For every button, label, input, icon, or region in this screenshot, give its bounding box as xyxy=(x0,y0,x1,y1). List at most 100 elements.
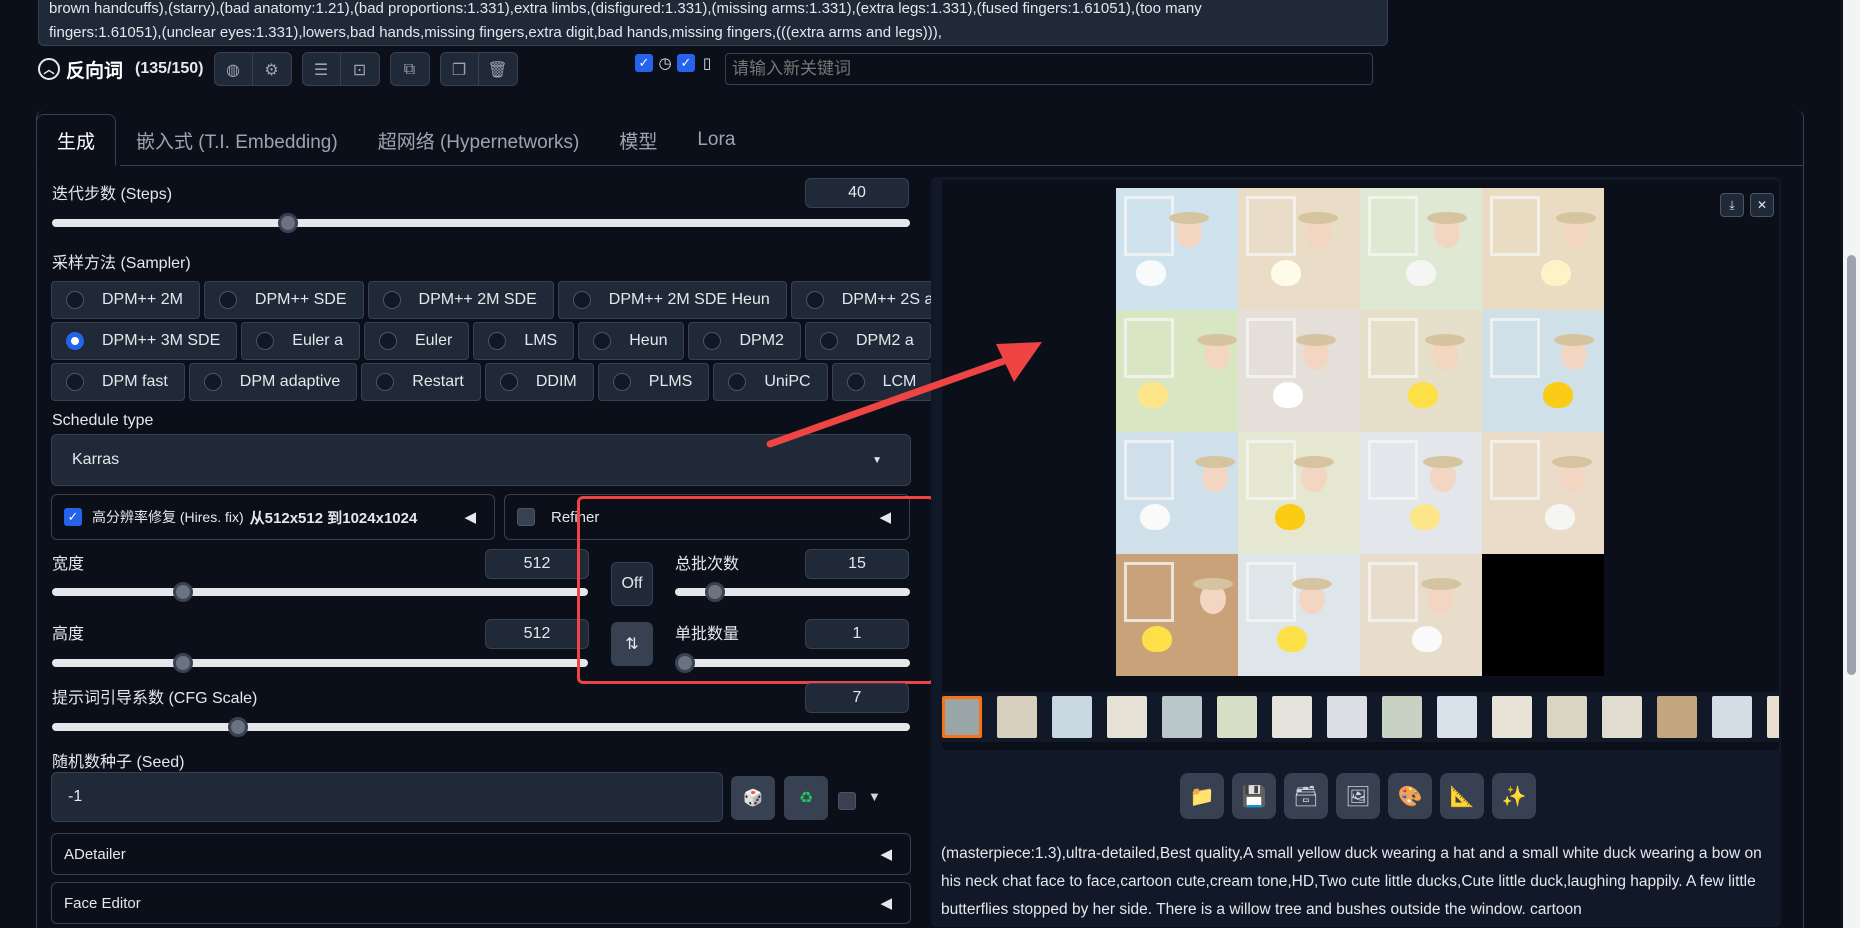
sampler-option[interactable]: DPM++ 2M SDE Heun xyxy=(557,281,787,319)
generated-image[interactable] xyxy=(1238,432,1360,554)
hires-fix-checkbox[interactable]: ✓ xyxy=(64,508,82,526)
generated-image[interactable] xyxy=(1238,554,1360,676)
radio-dot[interactable] xyxy=(805,291,824,309)
translate-icon[interactable]: ⧉ xyxy=(391,53,429,85)
gallery-thumbnail[interactable] xyxy=(1107,696,1147,738)
sampler-option[interactable]: DPM fast xyxy=(51,363,185,401)
save-icon[interactable]: 💾 xyxy=(1232,773,1276,819)
download-icon[interactable]: ⤓ xyxy=(1720,193,1744,217)
cfg-slider-thumb[interactable] xyxy=(227,717,248,737)
steps-slider[interactable] xyxy=(52,213,910,233)
sampler-option[interactable]: PLMS xyxy=(597,363,710,401)
gallery-thumbnail[interactable] xyxy=(1052,696,1092,738)
radio-dot[interactable] xyxy=(218,291,237,309)
radio-dot[interactable] xyxy=(66,332,84,350)
bookmark-icon[interactable]: ⊡ xyxy=(341,53,379,85)
prompt-textarea[interactable]: brown handcuffs),(starry),(bad anatomy:1… xyxy=(38,0,1388,46)
negative-prompt-toggle[interactable]: ︿ 反向词 (135/150) xyxy=(38,56,204,83)
close-icon[interactable]: ✕ xyxy=(1750,193,1774,217)
tab-generate[interactable]: 生成 xyxy=(36,114,117,166)
panel-icon[interactable]: ▯ xyxy=(697,53,717,73)
radio-dot[interactable] xyxy=(382,291,401,309)
copy-icon[interactable]: ❐ xyxy=(441,53,479,85)
gallery-thumbnail[interactable] xyxy=(942,696,982,738)
generated-image[interactable] xyxy=(1360,188,1482,310)
sampler-option[interactable]: DDIM xyxy=(484,363,594,401)
new-keyword-input[interactable] xyxy=(725,53,1373,85)
gallery-thumbnail[interactable] xyxy=(1162,696,1202,738)
adetailer-accordion[interactable]: ADetailer ◀ xyxy=(51,833,911,875)
sampler-option[interactable]: DPM++ SDE xyxy=(203,281,364,319)
face-editor-accordion[interactable]: Face Editor ◀ xyxy=(51,882,911,924)
sampler-option[interactable]: LMS xyxy=(473,322,575,360)
zip-icon[interactable]: 🗃 xyxy=(1284,773,1328,819)
tab-embedding[interactable]: 嵌入式 (T.I. Embedding) xyxy=(116,114,358,166)
sampler-option[interactable]: DPM++ 2M SDE xyxy=(367,281,554,319)
gallery-thumbnail[interactable] xyxy=(997,696,1037,738)
generated-image[interactable] xyxy=(1238,310,1360,432)
seed-input[interactable]: -1 xyxy=(51,772,723,822)
generated-image[interactable] xyxy=(1116,554,1238,676)
generated-image[interactable] xyxy=(1116,310,1238,432)
sampler-option[interactable]: DPM++ 3M SDE xyxy=(51,322,238,360)
gallery-thumbnail[interactable] xyxy=(1547,696,1587,738)
sampler-option[interactable]: Euler a xyxy=(241,322,360,360)
sampler-option[interactable]: Euler xyxy=(363,322,470,360)
caret-down-icon[interactable]: ▼ xyxy=(868,789,881,804)
generated-image[interactable] xyxy=(1482,310,1604,432)
keyword-enable-checkbox[interactable]: ✓ xyxy=(635,54,653,72)
height-number[interactable]: 512 xyxy=(485,619,589,649)
trash-icon[interactable]: 🗑 xyxy=(479,53,517,85)
recycle-icon[interactable]: ♻ xyxy=(784,776,828,820)
gallery-thumbnail[interactable] xyxy=(1272,696,1312,738)
gallery-thumbnail[interactable] xyxy=(1492,696,1532,738)
tab-lora[interactable]: Lora xyxy=(677,114,755,166)
radio-dot[interactable] xyxy=(728,373,747,391)
gallery-thumbnail[interactable] xyxy=(1657,696,1697,738)
radio-dot[interactable] xyxy=(612,373,631,391)
radio-dot[interactable] xyxy=(703,332,722,350)
generated-image[interactable] xyxy=(1360,310,1482,432)
gallery-thumbnail[interactable] xyxy=(1437,696,1477,738)
radio-dot[interactable] xyxy=(66,373,84,391)
send-to-img2img-icon[interactable]: 🖼 xyxy=(1336,773,1380,819)
history-list-icon[interactable]: ☰ xyxy=(303,53,341,85)
radio-dot[interactable] xyxy=(572,291,591,309)
gallery-thumbnail[interactable] xyxy=(1327,696,1367,738)
seed-extra-checkbox[interactable] xyxy=(838,792,856,810)
gallery-thumbnail[interactable] xyxy=(1712,696,1752,738)
generated-image[interactable] xyxy=(1116,188,1238,310)
thumbnail-strip[interactable] xyxy=(942,692,1779,742)
gallery-thumbnail[interactable] xyxy=(1767,696,1779,738)
radio-dot[interactable] xyxy=(256,332,275,350)
height-slider[interactable] xyxy=(52,653,588,673)
radio-dot[interactable] xyxy=(488,332,507,350)
radio-dot[interactable] xyxy=(66,291,84,309)
generated-image[interactable] xyxy=(1482,432,1604,554)
sparkles-icon[interactable]: ✨ xyxy=(1492,773,1536,819)
folder-icon[interactable]: 📁 xyxy=(1180,773,1224,819)
sampler-option[interactable]: Heun xyxy=(578,322,685,360)
sampler-option[interactable]: DPM adaptive xyxy=(188,363,358,401)
hires-fix-accordion[interactable]: ✓ 高分辨率修复 (Hires. fix) 从512x512 到1024x102… xyxy=(51,494,495,540)
image-grid[interactable] xyxy=(1116,188,1604,676)
generated-image[interactable] xyxy=(1482,554,1604,676)
radio-dot[interactable] xyxy=(499,373,518,391)
radio-dot[interactable] xyxy=(378,332,397,350)
radio-dot[interactable] xyxy=(203,373,222,391)
cfg-slider[interactable] xyxy=(52,717,910,737)
generated-image[interactable] xyxy=(1482,188,1604,310)
width-number[interactable]: 512 xyxy=(485,549,589,579)
steps-number[interactable]: 40 xyxy=(805,178,909,208)
gallery-thumbnail[interactable] xyxy=(1382,696,1422,738)
refiner-checkbox[interactable] xyxy=(517,508,535,526)
generated-image[interactable] xyxy=(1360,554,1482,676)
generated-image[interactable] xyxy=(1116,432,1238,554)
keyword-panel-checkbox[interactable]: ✓ xyxy=(677,54,695,72)
generated-image[interactable] xyxy=(1360,432,1482,554)
radio-dot[interactable] xyxy=(593,332,612,350)
triangle-ruler-icon[interactable]: 📐 xyxy=(1440,773,1484,819)
clock-icon[interactable]: ◷ xyxy=(655,53,675,73)
cfg-number[interactable]: 7 xyxy=(805,683,909,713)
palette-icon[interactable]: 🎨 xyxy=(1388,773,1432,819)
